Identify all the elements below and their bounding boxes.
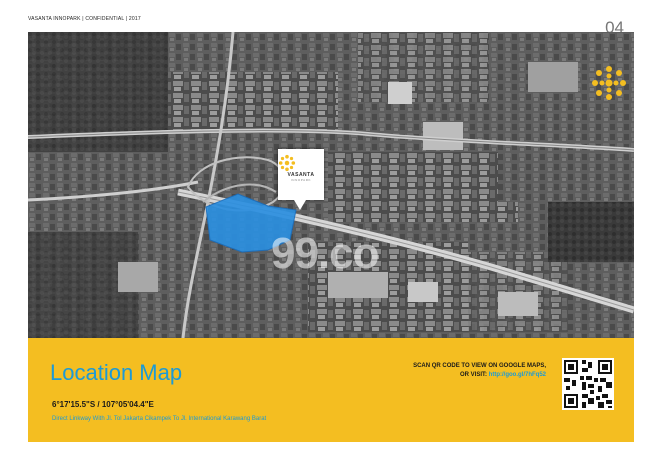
visit-text: OR VISIT: [460,372,489,378]
map-link[interactable]: http://goo.gl/7hFq52 [489,372,546,378]
scan-instructions: SCAN QR CODE TO VIEW ON GOOGLE MAPS, OR … [413,362,546,380]
site-marker-badge: VASANTA INNOPARK [278,149,324,210]
qr-code-icon[interactable] [562,358,614,410]
corner-logo-icon [590,64,628,102]
brochure-page: VASANTA INNOPARK | CONFIDENTIAL | 2017 0… [28,14,634,442]
badge-brand-sub: INNOPARK [290,178,312,182]
watermark-text: 99.co [271,229,380,278]
visit-line: OR VISIT: http://goo.gl/7hFq52 [413,371,546,380]
map-image [28,32,634,338]
header-meta: VASANTA INNOPARK | CONFIDENTIAL | 2017 [28,16,141,22]
satellite-map: 99.co VASANTA INNOPARK [28,32,634,338]
vasanta-logo-icon [278,154,324,172]
gps-coordinates: 6°17'15.5"S / 107°05'04.4"E [52,400,154,409]
location-map-title: Location Map [50,360,183,385]
location-panel: Location Map 6°17'15.5"S / 107°05'04.4"E… [28,338,634,442]
location-description: Direct Linkway With Jl. Tol Jakarta Cika… [52,416,267,422]
badge-pointer [294,200,306,210]
scan-text: SCAN QR CODE TO VIEW ON GOOGLE MAPS, [413,363,546,369]
